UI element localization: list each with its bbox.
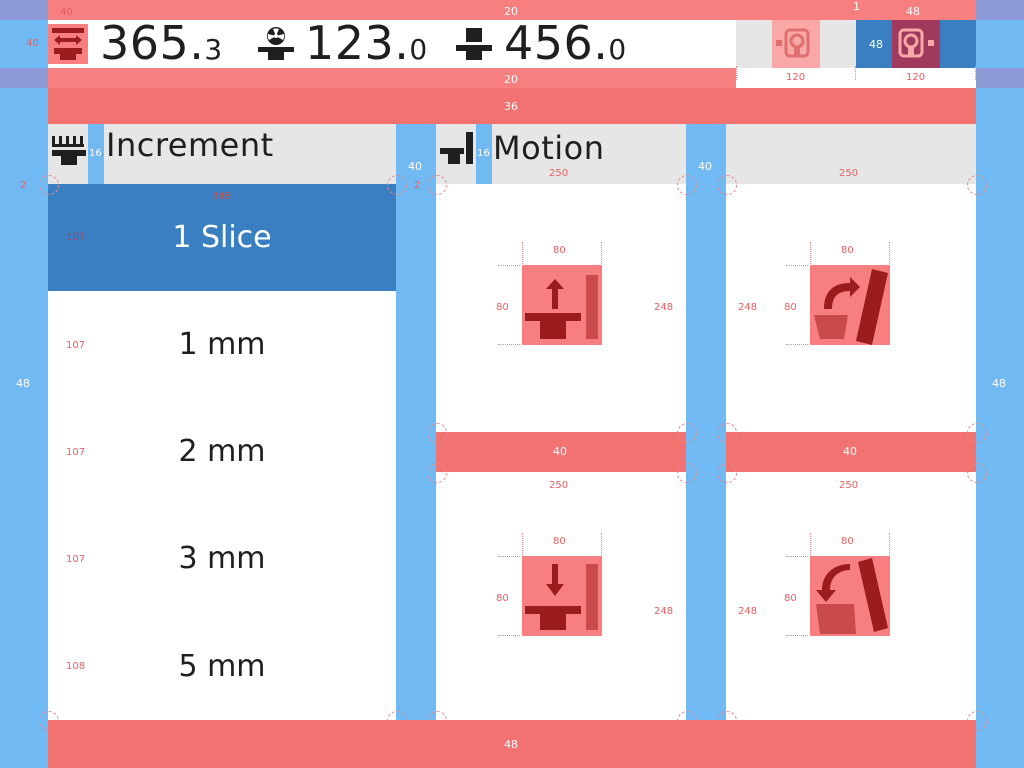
- spacing-label: 40: [553, 445, 567, 458]
- spacing-label: 80: [496, 302, 509, 313]
- height-value: 456.: [504, 16, 609, 70]
- spacing-label: 348: [212, 191, 232, 202]
- spacing-label: 250: [839, 168, 859, 179]
- spacing-label: 248: [738, 606, 758, 617]
- column-gap: [686, 124, 726, 720]
- table-up-icon[interactable]: [522, 265, 602, 345]
- spacing-label: 48: [992, 377, 1006, 390]
- spacing-label: 20: [504, 73, 518, 86]
- spacing-label: 80: [841, 245, 854, 256]
- dose-decimal: 0: [409, 32, 428, 66]
- increment-option-2-mm[interactable]: 2 mm: [48, 398, 396, 505]
- spacing-label: 48: [16, 377, 30, 390]
- dose-readout: 123. 0: [305, 16, 428, 70]
- gantry-button[interactable]: [772, 20, 820, 68]
- spacing-label: 107: [66, 232, 86, 243]
- height-readout: 456. 0: [504, 16, 627, 70]
- spacing-label: 250: [549, 168, 569, 179]
- spacing-label: 248: [738, 302, 758, 313]
- spacing-label: 80: [496, 593, 509, 604]
- list-item-label: 1 mm: [178, 327, 266, 362]
- spacing-label: 40: [60, 7, 73, 18]
- spacing-label: 40: [408, 160, 422, 173]
- gantry-active-icon: [898, 28, 934, 58]
- spacing-label: 48: [869, 38, 883, 51]
- right-margin-top-shade: [976, 0, 1024, 20]
- spacing-label: 2: [20, 180, 27, 191]
- increment-option-1-mm[interactable]: 1 mm: [48, 291, 396, 398]
- table-down-icon[interactable]: [522, 556, 602, 636]
- spacing-label: 40: [698, 160, 712, 173]
- spacing-label: 40: [26, 38, 39, 49]
- increment-option-5-mm[interactable]: 5 mm: [48, 612, 396, 720]
- right-margin-mid-shade: [976, 68, 1024, 88]
- tilt-backward-icon[interactable]: [810, 556, 890, 636]
- spacing-label: 16: [477, 148, 490, 159]
- table-height-icon: [454, 26, 494, 62]
- motion-title: Motion: [493, 129, 605, 167]
- spacing-label: 48: [504, 738, 518, 751]
- spacing-label: 250: [839, 480, 859, 491]
- left-margin-top-shade: [0, 0, 48, 20]
- spacing-label: 48: [906, 5, 920, 18]
- spacing-label: 107: [66, 447, 86, 458]
- increment-icon: [50, 134, 88, 168]
- tilt-forward-icon[interactable]: [810, 265, 890, 345]
- list-item-label: 5 mm: [178, 648, 266, 684]
- list-item-label: 1 Slice: [172, 220, 272, 255]
- spacing-label: 107: [66, 340, 86, 351]
- spacing-label: 108: [66, 661, 86, 672]
- left-margin-mid-shade: [0, 68, 48, 88]
- list-item-label: 3 mm: [178, 541, 266, 576]
- spacing-label: 2: [414, 180, 421, 191]
- spacing-label: 248: [654, 606, 674, 617]
- spacing-label: 1: [853, 0, 860, 13]
- spacing-label: 40: [843, 445, 857, 458]
- spacing-label: 80: [553, 245, 566, 256]
- dose-value: 123.: [305, 16, 410, 70]
- spacing-label: 36: [504, 100, 518, 113]
- table-longitudinal-icon: [48, 24, 88, 64]
- column-gap: [396, 124, 436, 720]
- gantry-active-button[interactable]: [892, 20, 940, 68]
- increment-option-3-mm[interactable]: 3 mm: [48, 505, 396, 612]
- spacing-label: 80: [553, 536, 566, 547]
- motion-header-icon: [438, 130, 476, 168]
- position-decimal: 3: [204, 32, 223, 66]
- spacing-label: 80: [841, 536, 854, 547]
- gantry-icon: [776, 28, 810, 58]
- spacing-label: 250: [549, 480, 569, 491]
- spacing-label: 120: [906, 72, 926, 83]
- position-value: 365.: [100, 16, 205, 70]
- spacing-label: 80: [784, 593, 797, 604]
- spacing-label: 16: [89, 148, 102, 159]
- radiation-icon: [256, 26, 296, 62]
- position-readout: 365. 3: [100, 16, 223, 70]
- status-bottom-spacing: [48, 68, 736, 88]
- spacing-label: 107: [66, 554, 86, 565]
- spacing-label: 248: [654, 302, 674, 313]
- list-item-label: 2 mm: [178, 434, 266, 469]
- increment-title: Increment: [106, 126, 274, 164]
- height-decimal: 0: [608, 32, 627, 66]
- spacing-label: 120: [786, 72, 806, 83]
- spacing-label: 80: [784, 302, 797, 313]
